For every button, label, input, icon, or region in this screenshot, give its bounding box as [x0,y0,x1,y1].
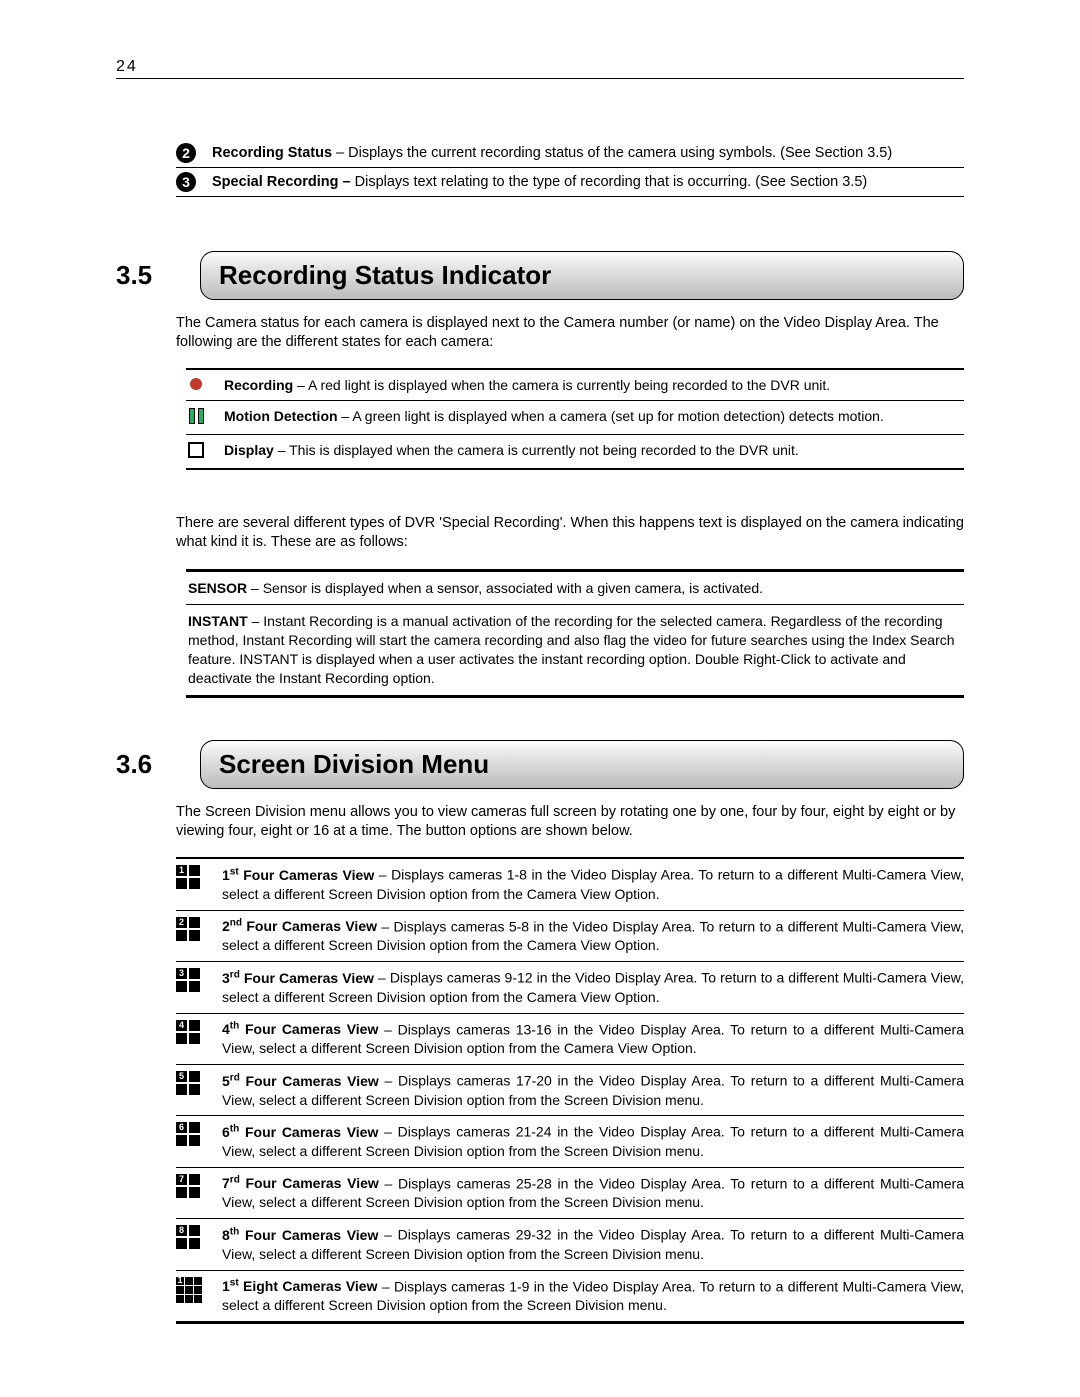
circle-number-icon: 3 [176,172,196,192]
status-row-display: Display – This is displayed when the cam… [186,435,964,470]
special-row-sensor: SENSOR – Sensor is displayed when a sens… [186,572,964,606]
motion-icon [186,408,206,427]
section-title: Screen Division Menu [200,740,964,789]
callout-row-2: 2 Recording Status – Displays the curren… [176,139,964,168]
screen-division-text: 6th Four Cameras View – Displays cameras… [222,1122,964,1160]
screen-division-row: 7 7rd Four Cameras View – Displays camera… [176,1168,964,1219]
screen-division-row: 4 4th Four Cameras View – Displays camera… [176,1014,964,1065]
circle-number-icon: 2 [176,143,196,163]
grid-button-icon: 3 [176,968,202,992]
paragraph: The Camera status for each camera is dis… [176,314,964,352]
grid-button-icon: 8 [176,1225,202,1249]
screen-division-row: 1 1st Eight Cameras View – Displays camer… [176,1271,964,1324]
grid-button-icon: 7 [176,1174,202,1198]
screen-division-text: 3rd Four Cameras View – Displays cameras… [222,968,964,1006]
screen-division-row: 8 8th Four Cameras View – Displays camera… [176,1219,964,1270]
callout-text: Recording Status – Displays the current … [212,145,892,161]
paragraph: The Screen Division menu allows you to v… [176,803,964,841]
screen-division-text: 7rd Four Cameras View – Displays cameras… [222,1174,964,1212]
screen-division-row: 3 3rd Four Cameras View – Displays camera… [176,962,964,1013]
screen-division-text: 4th Four Cameras View – Displays cameras… [222,1020,964,1058]
page-number: 24 [116,58,964,76]
screen-division-text: 5rd Four Cameras View – Displays cameras… [222,1071,964,1109]
screen-division-list: 1 1st Four Cameras View – Displays camera… [116,857,964,1324]
section-number: 3.6 [116,749,170,780]
screen-division-row: 1 1st Four Cameras View – Displays camera… [176,857,964,910]
screen-division-text: 8th Four Cameras View – Displays cameras… [222,1225,964,1263]
screen-division-row: 5 5rd Four Cameras View – Displays camera… [176,1065,964,1116]
section-heading-3-6: 3.6 Screen Division Menu [116,740,964,789]
screen-division-text: 1st Four Cameras View – Displays cameras… [222,865,964,903]
paragraph: There are several different types of DVR… [176,514,964,552]
status-text: Display – This is displayed when the cam… [224,442,799,458]
grid-button-icon: 1 [176,865,202,889]
grid-button-icon: 5 [176,1071,202,1095]
section-number: 3.5 [116,260,170,291]
status-text: Motion Detection – A green light is disp… [224,408,884,424]
grid-button-icon: 6 [176,1122,202,1146]
callout-text: Special Recording – Displays text relati… [212,174,867,190]
callout-row-3: 3 Special Recording – Displays text rela… [176,168,964,197]
screen-division-text: 2nd Four Cameras View – Displays cameras… [222,917,964,955]
display-box-icon [186,442,206,461]
status-text: Recording – A red light is displayed whe… [224,377,830,393]
section-heading-3-5: 3.5 Recording Status Indicator [116,251,964,300]
special-row-instant: INSTANT – Instant Recording is a manual … [186,605,964,698]
screen-division-row: 6 6th Four Cameras View – Displays camera… [176,1116,964,1167]
status-row-motion: Motion Detection – A green light is disp… [186,401,964,435]
horizontal-rule [116,78,964,79]
screen-division-text: 1st Eight Cameras View – Displays camera… [222,1277,964,1315]
document-page: 24 2 Recording Status – Displays the cur… [0,0,1080,1397]
grid-button-icon: 1 [176,1277,202,1303]
special-recording-block: SENSOR – Sensor is displayed when a sens… [186,569,964,698]
recording-icon [186,377,206,393]
section-title: Recording Status Indicator [200,251,964,300]
grid-button-icon: 2 [176,917,202,941]
status-row-recording: Recording – A red light is displayed whe… [186,368,964,401]
grid-button-icon: 4 [176,1020,202,1044]
screen-division-row: 2 2nd Four Cameras View – Displays camera… [176,911,964,962]
